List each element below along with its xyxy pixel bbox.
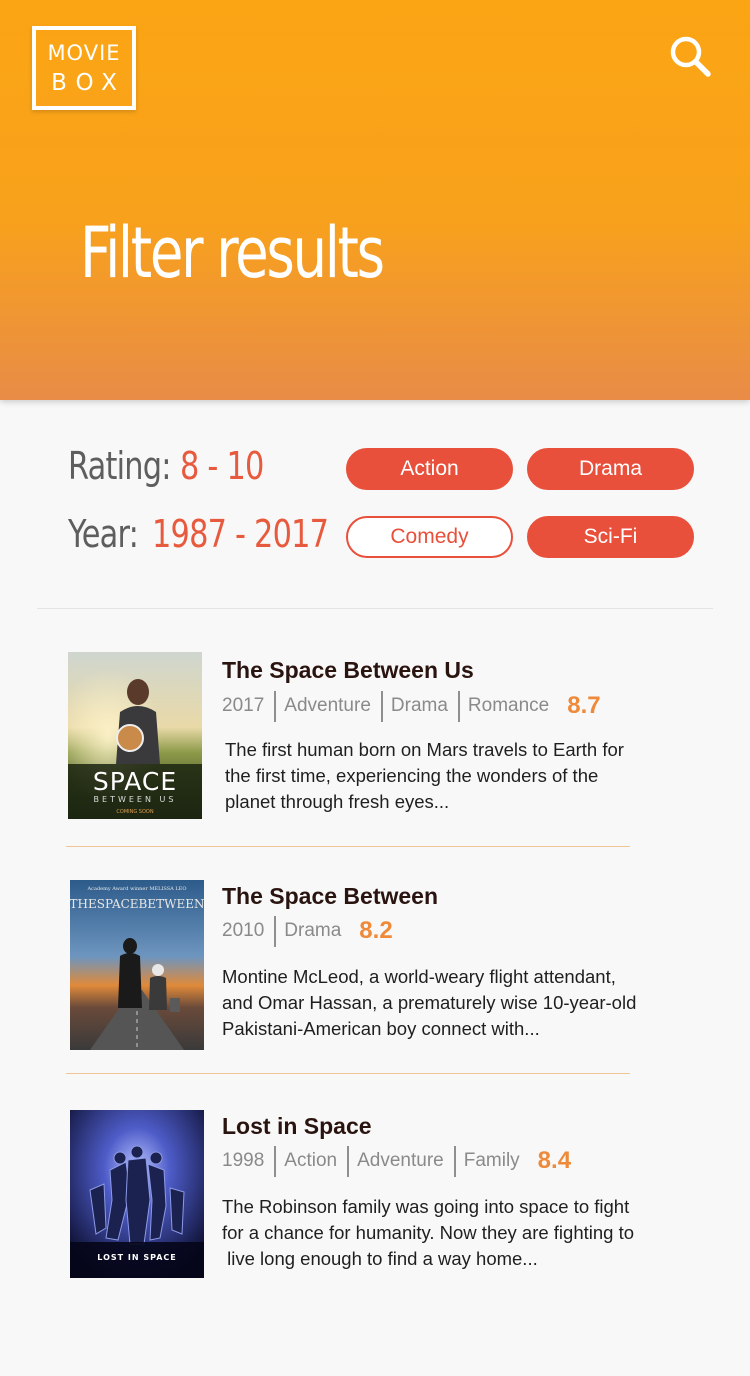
poster-top-text: Academy Award winner MELISSA LEO xyxy=(87,886,187,892)
card-divider xyxy=(66,846,630,847)
meta-separator xyxy=(347,1145,350,1177)
search-icon xyxy=(670,36,711,77)
movie-year: 1998 xyxy=(222,1150,265,1171)
meta-separator xyxy=(274,690,277,722)
genre-chip-scifi[interactable]: Sci-Fi xyxy=(527,516,694,558)
movie-description: Montine McLeod, a world-weary flight att… xyxy=(222,964,636,1042)
poster-credit: COMING SOON xyxy=(116,809,153,815)
movie-poster[interactable]: Academy Award winner MELISSA LEO THESPAC… xyxy=(70,880,204,1050)
header: MOVIE BOX Filter results xyxy=(0,0,750,400)
card-divider xyxy=(66,1073,630,1074)
poster-title: SPACE xyxy=(93,767,177,796)
movie-genre: Drama xyxy=(390,695,448,716)
movie-genre: Action xyxy=(284,1150,338,1171)
movie-meta: 2010 Drama 8.2 xyxy=(222,915,393,947)
genre-chip-action[interactable]: Action xyxy=(346,448,513,490)
movie-genre: Adventure xyxy=(284,695,371,716)
movie-year: 2010 xyxy=(222,920,265,941)
movie-title[interactable]: The Space Between Us xyxy=(222,657,474,684)
year-range: 1987 - 2017 xyxy=(152,512,329,556)
movie-rating: 8.2 xyxy=(359,917,393,944)
poster-image: SPACE BETWEEN US COMING SOON xyxy=(68,652,202,819)
description-line: The Robinson family was going into space… xyxy=(222,1196,630,1217)
description-line: planet through fresh eyes... xyxy=(225,791,450,812)
movie-genre: Romance xyxy=(467,695,550,716)
movie-rating: 8.7 xyxy=(567,692,601,719)
meta-separator xyxy=(380,690,383,722)
logo-line-2: BOX xyxy=(51,70,126,96)
rating-range: 8 - 10 xyxy=(180,444,264,488)
poster-title: LOST IN SPACE xyxy=(97,1253,177,1262)
description-line: Pakistani-American boy connect with... xyxy=(222,1018,540,1039)
description-line: and Omar Hassan, a prematurely wise 10-y… xyxy=(222,992,637,1013)
poster-image: Academy Award winner MELISSA LEO THESPAC… xyxy=(70,880,204,1050)
app-logo[interactable]: MOVIE BOX xyxy=(32,26,136,110)
year-label: Year: xyxy=(68,512,139,556)
description-line: the first time, experiencing the wonders… xyxy=(225,765,599,786)
movie-poster[interactable]: LOST IN SPACE xyxy=(70,1110,204,1278)
meta-separator xyxy=(457,690,460,722)
description-line: for a chance for humanity. Now they are … xyxy=(222,1222,635,1243)
genre-chip-drama[interactable]: Drama xyxy=(527,448,694,490)
movie-meta: 2017 Adventure Drama Romance 8.7 xyxy=(222,690,601,722)
description-line: The first human born on Mars travels to … xyxy=(225,739,624,760)
description-line: live long enough to find a way home... xyxy=(222,1248,538,1269)
movie-rating: 8.4 xyxy=(537,1147,572,1174)
rating-label: Rating: xyxy=(68,444,171,488)
movie-poster[interactable]: SPACE BETWEEN US COMING SOON xyxy=(68,652,202,819)
movie-title[interactable]: Lost in Space xyxy=(222,1113,372,1140)
movie-genre: Drama xyxy=(284,920,342,941)
poster-title: THESPACEBETWEEN xyxy=(70,897,204,911)
search-button[interactable] xyxy=(664,32,716,84)
description-line: Montine McLeod, a world-weary flight att… xyxy=(222,966,616,987)
movie-genre: Adventure xyxy=(357,1150,444,1171)
genre-chip-comedy[interactable]: Comedy xyxy=(346,516,513,558)
poster-subtitle: BETWEEN US xyxy=(94,795,177,804)
meta-separator xyxy=(274,915,277,947)
movie-genre: Family xyxy=(463,1150,520,1171)
page-title: Filter results xyxy=(80,212,385,294)
movie-meta: 1998 Action Adventure Family 8.4 xyxy=(222,1145,571,1177)
movie-description: The first human born on Mars travels to … xyxy=(225,737,624,815)
meta-separator xyxy=(274,1145,277,1177)
movie-title[interactable]: The Space Between xyxy=(222,883,438,910)
movie-description: The Robinson family was going into space… xyxy=(222,1194,634,1272)
poster-image: LOST IN SPACE xyxy=(70,1110,204,1278)
movie-year: 2017 xyxy=(222,695,265,716)
meta-separator xyxy=(453,1145,456,1177)
logo-line-1: MOVIE xyxy=(47,41,121,65)
filter-divider xyxy=(37,608,713,609)
